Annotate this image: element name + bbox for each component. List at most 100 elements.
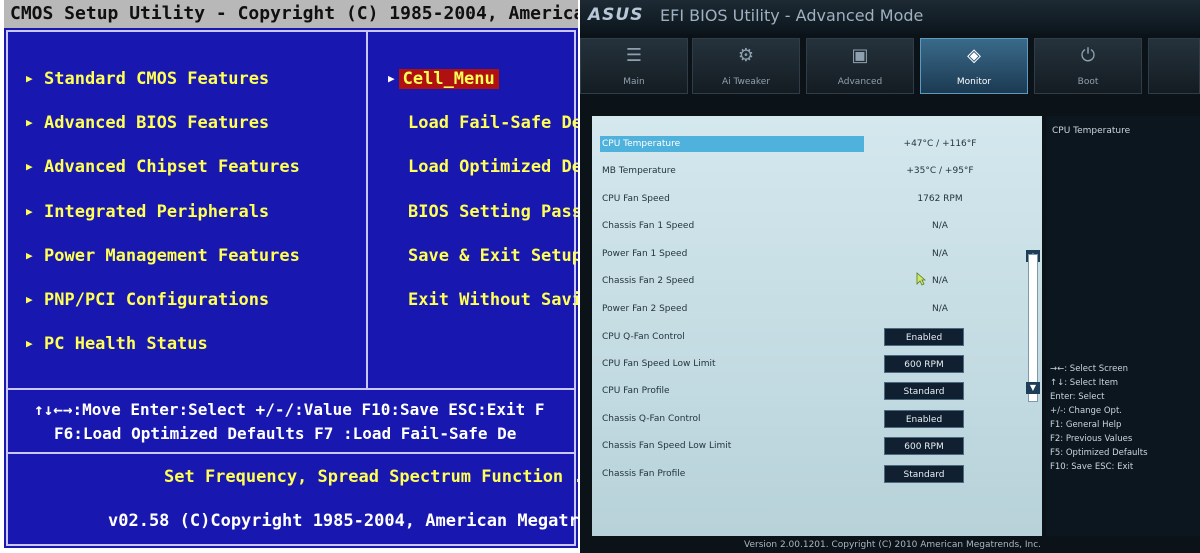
- row-cpu-fan-low-limit[interactable]: CPU Fan Speed Low Limit 600 RPM: [592, 354, 1042, 376]
- row-label: CPU Fan Profile: [602, 386, 670, 396]
- key-hint: F10: Save ESC: Exit: [1050, 462, 1134, 472]
- row-label: Chassis Fan Speed Low Limit: [602, 441, 732, 451]
- cmos-menu-cell-menu[interactable]: ▶ Cell_Menu: [388, 67, 499, 91]
- cmos-status-text: Set Frequency, Spread Spectrum Function …: [164, 467, 578, 487]
- tab-ai-tweaker[interactable]: ⚙ Ai Tweaker: [692, 38, 800, 94]
- tab-label: Boot: [1077, 77, 1099, 87]
- cmos-menu-load-fail-safe[interactable]: Load Fail-Safe Def: [408, 111, 578, 135]
- row-label: Power Fan 2 Speed: [602, 304, 688, 314]
- triangle-right-icon: ▶: [26, 116, 33, 129]
- triangle-right-icon: ▶: [26, 337, 33, 350]
- help-title: CPU Temperature: [1052, 126, 1131, 136]
- row-label: MB Temperature: [602, 166, 676, 176]
- monitor-icon: ◈: [967, 45, 981, 66]
- menu-label: Power Management Features: [44, 246, 300, 266]
- triangle-right-icon: ▶: [26, 205, 33, 218]
- row-label: CPU Q-Fan Control: [602, 332, 685, 342]
- tab-monitor[interactable]: ◈ Monitor: [920, 38, 1028, 94]
- menu-label: Integrated Peripherals: [44, 202, 270, 222]
- cmos-setup-screen: CMOS Setup Utility - Copyright (C) 1985-…: [4, 0, 578, 548]
- asus-logo: ASUS: [588, 5, 644, 25]
- row-chassis-qfan-control[interactable]: Chassis Q-Fan Control Enabled: [592, 409, 1042, 431]
- key-hint: F5: Optimized Defaults: [1050, 448, 1148, 458]
- triangle-right-icon: ▶: [26, 249, 33, 262]
- tab-label: Monitor: [956, 77, 992, 87]
- monitor-panel: CPU Temperature +47°C / +116°F MB Tempera…: [592, 116, 1042, 536]
- cmos-hints-line1: ↑↓←→:Move Enter:Select +/-/:Value F10:Sa…: [34, 400, 545, 419]
- tab-label: Main: [623, 77, 645, 87]
- row-chassis-fan-profile[interactable]: Chassis Fan Profile Standard: [592, 464, 1042, 486]
- tab-boot[interactable]: ⏻ Boot: [1034, 38, 1142, 94]
- row-label: Chassis Fan Profile: [602, 469, 686, 479]
- tab-advanced[interactable]: ▣ Advanced: [806, 38, 914, 94]
- row-mb-temperature[interactable]: MB Temperature +35°C / +95°F: [592, 161, 1042, 183]
- cmos-hints-line2: F6:Load Optimized Defaults F7 :Load Fail…: [54, 424, 517, 443]
- cmos-menu-integrated-peripherals[interactable]: ▶ Integrated Peripherals: [26, 200, 269, 224]
- efi-app-title: EFI BIOS Utility - Advanced Mode: [660, 6, 924, 25]
- power-icon: ⏻: [1080, 45, 1096, 66]
- efi-tabbar: ☰ Main ⚙ Ai Tweaker ▣ Advanced ◈ Monitor…: [580, 38, 1200, 96]
- row-cpu-temperature[interactable]: CPU Temperature +47°C / +116°F: [592, 134, 1042, 156]
- row-label: Chassis Fan 2 Speed: [602, 276, 695, 286]
- row-power-fan-2[interactable]: Power Fan 2 Speed N/A: [592, 299, 1042, 321]
- row-power-fan-1[interactable]: Power Fan 1 Speed N/A: [592, 244, 1042, 266]
- row-value: +35°C / +95°F: [906, 166, 974, 176]
- key-hint: Enter: Select: [1050, 392, 1105, 402]
- cmos-menu-advanced-bios[interactable]: ▶ Advanced BIOS Features: [26, 111, 269, 135]
- tab-label: Ai Tweaker: [721, 77, 771, 87]
- menu-label: PC Health Status: [44, 334, 208, 354]
- menu-label: Advanced BIOS Features: [44, 113, 270, 133]
- efi-header: ASUS EFI BIOS Utility - Advanced Mode: [580, 0, 1200, 34]
- cmos-menu-pnp-pci[interactable]: ▶ PNP/PCI Configurations: [26, 288, 269, 312]
- row-value: N/A: [932, 304, 948, 314]
- row-chassis-fan-low-limit[interactable]: Chassis Fan Speed Low Limit 600 RPM: [592, 436, 1042, 458]
- row-label: Power Fan 1 Speed: [602, 249, 688, 259]
- row-value: N/A: [932, 276, 948, 286]
- option-button[interactable]: Standard: [884, 382, 964, 400]
- key-hint: +/-: Change Opt.: [1050, 406, 1122, 416]
- tab-main[interactable]: ☰ Main: [580, 38, 688, 94]
- key-legend: →←: Select Screen ↑↓: Select Item Enter:…: [1050, 362, 1148, 474]
- row-value: N/A: [932, 249, 948, 259]
- row-cpu-fan-speed[interactable]: CPU Fan Speed 1762 RPM: [592, 189, 1042, 211]
- cmos-column-divider: [366, 30, 368, 390]
- option-button[interactable]: 600 RPM: [884, 437, 964, 455]
- scrollbar[interactable]: [1028, 254, 1038, 402]
- row-value: N/A: [932, 221, 948, 231]
- cmos-hints-frame: [6, 388, 576, 454]
- option-button[interactable]: Enabled: [884, 328, 964, 346]
- cmos-menu-advanced-chipset[interactable]: ▶ Advanced Chipset Features: [26, 155, 300, 179]
- tab-label: Advanced: [837, 77, 883, 87]
- row-cpu-qfan-control[interactable]: CPU Q-Fan Control Enabled: [592, 327, 1042, 349]
- cmos-menu-power-management[interactable]: ▶ Power Management Features: [26, 244, 300, 268]
- help-panel: CPU Temperature →←: Select Screen ↑↓: Se…: [1046, 116, 1200, 536]
- menu-label: Advanced Chipset Features: [44, 157, 300, 177]
- cmos-menu-bios-password[interactable]: BIOS Setting Passw: [408, 200, 578, 224]
- row-chassis-fan-1[interactable]: Chassis Fan 1 Speed N/A: [592, 216, 1042, 238]
- row-value: 1762 RPM: [917, 194, 963, 204]
- row-label: Chassis Fan 1 Speed: [602, 221, 695, 231]
- cmos-menu-exit-without-saving[interactable]: Exit Without Savin: [408, 288, 578, 312]
- option-button[interactable]: Enabled: [884, 410, 964, 428]
- key-hint: →←: Select Screen: [1050, 364, 1128, 374]
- tab-partial[interactable]: [1148, 38, 1200, 94]
- scroll-down-button[interactable]: ▼: [1026, 382, 1040, 394]
- row-chassis-fan-2[interactable]: Chassis Fan 2 Speed N/A: [592, 271, 1042, 293]
- menu-label: PNP/PCI Configurations: [44, 290, 270, 310]
- option-button[interactable]: Standard: [884, 465, 964, 483]
- row-cpu-fan-profile[interactable]: CPU Fan Profile Standard: [592, 381, 1042, 403]
- option-button[interactable]: 600 RPM: [884, 355, 964, 373]
- row-label: CPU Fan Speed Low Limit: [602, 359, 716, 369]
- cmos-menu-standard-cmos[interactable]: ▶ Standard CMOS Features: [26, 67, 269, 91]
- cmos-menu-pc-health[interactable]: ▶ PC Health Status: [26, 332, 208, 356]
- tweaker-icon: ⚙: [737, 45, 755, 66]
- triangle-right-icon: ▶: [26, 293, 33, 306]
- list-icon: ☰: [625, 45, 643, 66]
- triangle-right-icon: ▶: [388, 72, 395, 85]
- cmos-menu-load-optimized[interactable]: Load Optimized Def: [408, 155, 578, 179]
- key-hint: ↑↓: Select Item: [1050, 378, 1119, 388]
- cmos-menu-save-exit[interactable]: Save & Exit Setup: [408, 244, 578, 268]
- menu-label-selected: Cell_Menu: [398, 69, 499, 89]
- efi-version: Version 2.00.1201. Copyright (C) 2010 Am…: [744, 540, 1042, 550]
- key-hint: F2: Previous Values: [1050, 434, 1133, 444]
